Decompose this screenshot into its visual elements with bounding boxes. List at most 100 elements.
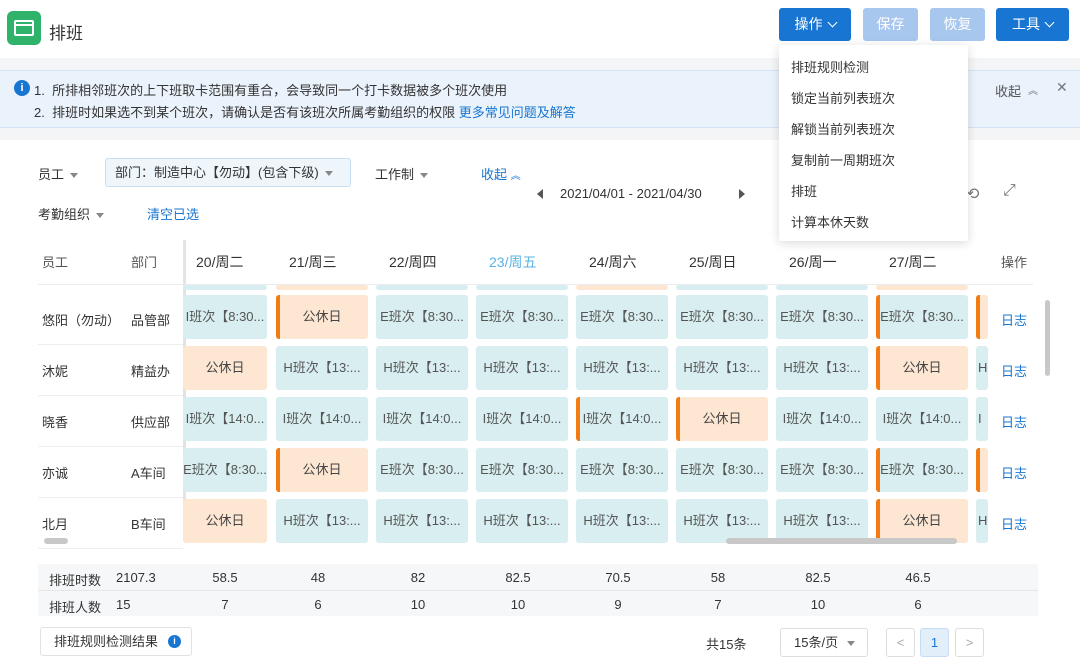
filter-collapse-button[interactable]: 收起 ︽ xyxy=(481,164,521,183)
shift-cell[interactable]: E班次【8:30... xyxy=(376,295,468,339)
shift-cell[interactable]: H班次【13:... xyxy=(776,499,868,543)
clear-selection-link[interactable]: 清空已选 xyxy=(147,204,199,223)
operate-menu: 排班规则检测 锁定当前列表班次 解锁当前列表班次 复制前一周期班次 排班 计算本… xyxy=(779,45,968,241)
shift-cell[interactable]: 公休日 xyxy=(183,346,267,390)
shift-cell[interactable]: E班次【8:30... xyxy=(776,295,868,339)
shift-cell[interactable]: 公休日 xyxy=(876,346,968,390)
shift-cell[interactable]: H班次【13:... xyxy=(776,346,868,390)
shift-cell[interactable] xyxy=(976,295,988,339)
menu-item-unlock-shifts[interactable]: 解锁当前列表班次 xyxy=(791,119,895,138)
next-page-button[interactable]: > xyxy=(955,628,984,657)
shift-label: H班次【13:... xyxy=(483,360,561,375)
menu-item-schedule[interactable]: 排班 xyxy=(791,181,817,200)
close-icon[interactable]: ✕ xyxy=(1056,79,1068,96)
shift-cell[interactable] xyxy=(776,285,868,290)
shift-label: E班次【8:30... xyxy=(580,309,664,324)
shift-label: 公休日 xyxy=(902,360,942,375)
shift-cell[interactable]: E班次【8:30... xyxy=(376,448,468,492)
shift-cell[interactable]: I xyxy=(976,397,988,441)
shift-cell[interactable]: I班次【14:0... xyxy=(376,397,468,441)
double-chevron-up-icon[interactable]: ︽ xyxy=(1028,82,1038,97)
shift-cell[interactable]: 公休日 xyxy=(676,397,768,441)
shift-cell[interactable]: 公休日 xyxy=(276,448,368,492)
shift-cell[interactable] xyxy=(276,285,368,290)
day-count: 10 xyxy=(410,597,426,612)
attendance-org-filter[interactable]: 考勤组织 xyxy=(38,204,105,223)
shift-cell[interactable]: H班次【13:... xyxy=(576,499,668,543)
shift-cell[interactable]: I班次【14:0... xyxy=(776,397,868,441)
shift-cell[interactable]: H班次【13:... xyxy=(576,346,668,390)
shift-cell[interactable] xyxy=(376,285,468,290)
log-link[interactable]: 日志 xyxy=(1001,412,1027,431)
shift-cell[interactable] xyxy=(976,448,988,492)
shift-cell[interactable]: I班次【14:0... xyxy=(576,397,668,441)
operate-dropdown-button[interactable]: 操作 xyxy=(779,8,851,41)
shift-cell[interactable]: E班次【8:30... xyxy=(876,448,968,492)
log-link[interactable]: 日志 xyxy=(1001,310,1027,329)
page-size-select[interactable]: 15条/页 xyxy=(780,628,868,657)
tools-dropdown-button[interactable]: 工具 xyxy=(996,8,1069,41)
menu-item-lock-shifts[interactable]: 锁定当前列表班次 xyxy=(791,88,895,107)
shift-cell[interactable]: H班次【13:... xyxy=(276,346,368,390)
prev-page-button[interactable]: < xyxy=(886,628,915,657)
shift-cell[interactable]: E班次【8:30... xyxy=(676,295,768,339)
rule-check-result-button[interactable]: 排班规则检测结果 i xyxy=(40,627,192,656)
shift-cell[interactable]: H班次【13:... xyxy=(676,346,768,390)
employee-filter[interactable]: 员工 xyxy=(38,164,79,183)
page-1-button[interactable]: 1 xyxy=(920,628,949,657)
shift-cell[interactable] xyxy=(676,285,768,290)
shift-cell[interactable]: I班次【8:30... xyxy=(183,295,267,339)
horizontal-scrollbar[interactable] xyxy=(726,538,957,544)
shift-label: H班次【13:... xyxy=(283,513,361,528)
shift-cell[interactable]: E班次【8:30... xyxy=(776,448,868,492)
log-link[interactable]: 日志 xyxy=(1001,361,1027,380)
department-filter[interactable]: 部门：制造中心【勿动】(包含下级) xyxy=(105,158,351,187)
shift-cell[interactable]: H班次【13:... xyxy=(276,499,368,543)
shift-cell[interactable]: E班次【8:30... xyxy=(676,448,768,492)
shift-cell[interactable]: H班次【13:... xyxy=(676,499,768,543)
log-link[interactable]: 日志 xyxy=(1001,463,1027,482)
shift-cell[interactable]: E班次【8:30... xyxy=(476,448,568,492)
work-system-filter[interactable]: 工作制 xyxy=(375,164,429,183)
prev-period-arrow[interactable] xyxy=(537,189,543,199)
shift-cell[interactable]: E班次【8:30... xyxy=(576,295,668,339)
shift-cell[interactable]: H xyxy=(976,499,988,543)
log-link[interactable]: 日志 xyxy=(1001,514,1027,533)
menu-item-rule-check[interactable]: 排班规则检测 xyxy=(791,57,869,76)
shift-cell[interactable]: 公休日 xyxy=(183,499,267,543)
shift-cell[interactable]: H班次【13:... xyxy=(376,346,468,390)
shift-cell[interactable] xyxy=(576,285,668,290)
save-button[interactable]: 保存 xyxy=(863,8,918,41)
shift-cell[interactable]: H班次【13:... xyxy=(376,499,468,543)
shift-cell[interactable] xyxy=(183,285,267,290)
total-count: 共15条 xyxy=(706,637,747,652)
shift-cell[interactable]: E班次【8:30... xyxy=(183,448,267,492)
menu-item-copy-previous[interactable]: 复制前一周期班次 xyxy=(791,150,895,169)
shift-cell[interactable]: H班次【13:... xyxy=(476,346,568,390)
menu-item-calc-rest-days[interactable]: 计算本休天数 xyxy=(791,212,869,231)
shift-label: 公休日 xyxy=(205,360,245,375)
shift-cell[interactable]: 公休日 xyxy=(876,499,968,543)
restore-button[interactable]: 恢复 xyxy=(930,8,985,41)
shift-cell[interactable] xyxy=(876,285,968,290)
left-horizontal-scrollbar[interactable] xyxy=(44,538,68,544)
shift-cell[interactable]: I班次【14:0... xyxy=(876,397,968,441)
vertical-scrollbar[interactable] xyxy=(1045,300,1050,376)
shift-cell[interactable]: E班次【8:30... xyxy=(576,448,668,492)
shift-cell[interactable] xyxy=(476,285,568,290)
shift-cell[interactable]: I班次【14:0... xyxy=(276,397,368,441)
refresh-icon[interactable]: ⟲ xyxy=(966,184,979,204)
shift-cell[interactable]: I班次【14:0... xyxy=(476,397,568,441)
day-hours: 82 xyxy=(410,570,426,585)
shift-cell[interactable]: H xyxy=(976,346,988,390)
shift-cell[interactable]: H班次【13:... xyxy=(476,499,568,543)
notice-collapse-button[interactable]: 收起 xyxy=(995,81,1021,100)
shift-cell[interactable]: I班次【14:0... xyxy=(183,397,267,441)
faq-link[interactable]: 更多常见问题及解答 xyxy=(459,105,576,120)
shift-cell[interactable]: E班次【8:30... xyxy=(876,295,968,339)
fullscreen-icon[interactable]: ⤢ xyxy=(1003,182,1016,200)
shift-label: I班次【14:0... xyxy=(482,411,562,426)
next-period-arrow[interactable] xyxy=(739,189,745,199)
shift-cell[interactable]: E班次【8:30... xyxy=(476,295,568,339)
shift-cell[interactable]: 公休日 xyxy=(276,295,368,339)
